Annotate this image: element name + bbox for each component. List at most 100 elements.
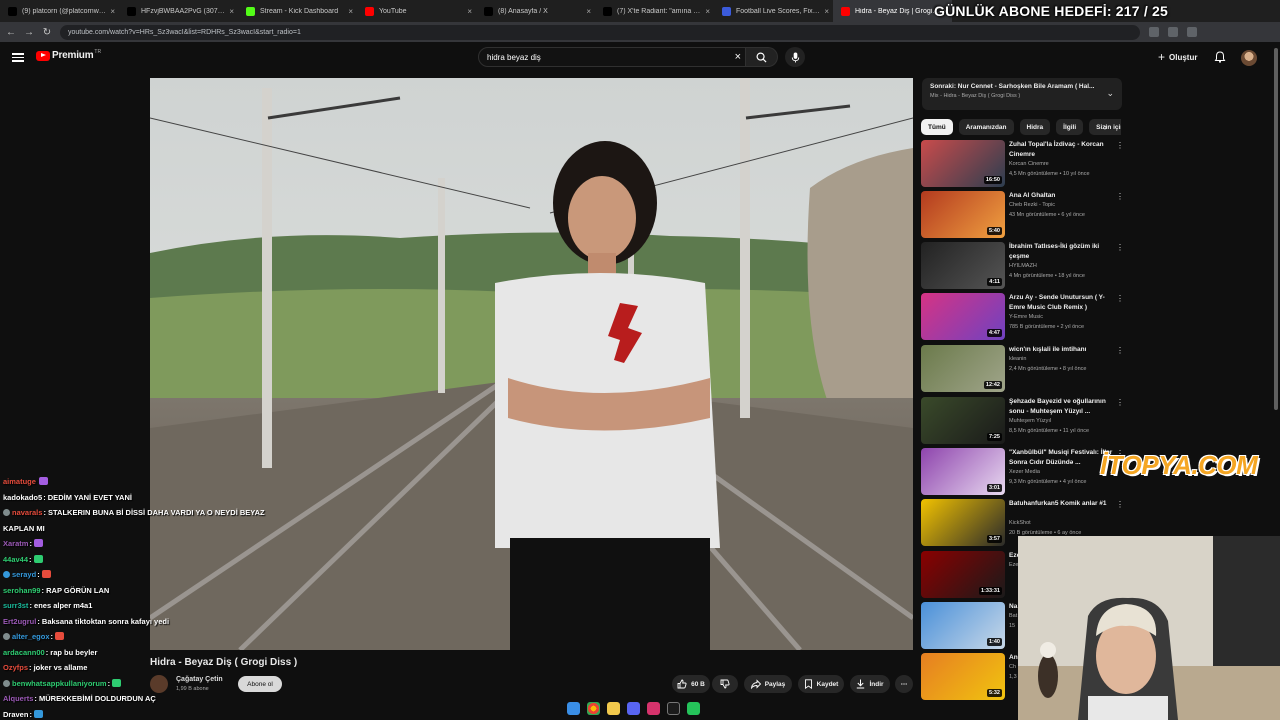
filter-chip[interactable]: Tümü: [921, 119, 953, 135]
video-thumbnail[interactable]: 4:11: [921, 242, 1005, 289]
extension-icon[interactable]: [1149, 27, 1159, 37]
video-thumbnail[interactable]: 3:57: [921, 499, 1005, 546]
filter-chip[interactable]: İlgili: [1056, 119, 1084, 135]
recommendation-title[interactable]: Şehzade Bayezid ve oğullarının sonu - Mu…: [1009, 397, 1114, 416]
browser-tab[interactable]: Football Live Scores, Fixtures &...×: [714, 0, 833, 22]
recommendation-item[interactable]: 7:25 Şehzade Bayezid ve oğullarının sonu …: [921, 397, 1124, 444]
chat-username[interactable]: kadokado5: [3, 493, 42, 502]
recommendation-item[interactable]: 16:50 Zuhal Topal'la İzdivaç - Korcan Cin…: [921, 140, 1124, 187]
notifications-bell-icon[interactable]: [1214, 51, 1226, 63]
account-avatar[interactable]: [1241, 50, 1257, 66]
search-button[interactable]: [746, 47, 778, 67]
hamburger-menu-icon[interactable]: [12, 51, 24, 63]
like-button[interactable]: 60 B: [672, 675, 710, 693]
chevron-down-icon[interactable]: ⌄: [1106, 88, 1114, 99]
browser-tab[interactable]: Stream - Kick Dashboard ×: [238, 0, 357, 22]
recommendation-title[interactable]: wicn'ın kışlali ile imtihanı: [1009, 345, 1114, 355]
video-thumbnail[interactable]: 1:33:31: [921, 551, 1005, 598]
video-thumbnail[interactable]: 1:40: [921, 602, 1005, 649]
voice-search-button[interactable]: [785, 47, 805, 67]
tab-title: (7) X'te Radiant: "amına koy...: [617, 7, 702, 15]
recommendation-item[interactable]: 4:11 İbrahim Tatlıses-İki gözüm iki çeşme…: [921, 242, 1124, 289]
chat-username[interactable]: Ert2ugrul: [3, 617, 36, 626]
clear-search-icon[interactable]: ×: [735, 51, 741, 63]
forward-icon[interactable]: →: [22, 25, 36, 39]
recommendation-title[interactable]: Arzu Ay - Sende Unutursun ( Y-Emre Music…: [1009, 293, 1114, 312]
browser-tab[interactable]: (8) Anasayfa / X ×: [476, 0, 595, 22]
video-thumbnail[interactable]: 4:47: [921, 293, 1005, 340]
recommendation-item[interactable]: 5:40 Ana Al Ghaltan Cheb Rezki - Topic 43 M…: [921, 191, 1124, 238]
browser-tab[interactable]: (7) X'te Radiant: "amına koy... ×: [595, 0, 714, 22]
recommendation-title[interactable]: "Xanbülbül" Musiqi Festivalı: İllər Sonr…: [1009, 448, 1114, 467]
recommendation-item[interactable]: 3:01 "Xanbülbül" Musiqi Festivalı: İllər …: [921, 448, 1124, 495]
recommendation-title[interactable]: Ana Al Ghaltan: [1009, 191, 1114, 201]
close-tab-icon[interactable]: ×: [705, 7, 710, 16]
browser-tab[interactable]: HFzvjBWBAA2PvG (3072×4096)×: [119, 0, 238, 22]
more-options-icon[interactable]: ⋮: [1116, 294, 1124, 303]
chat-username[interactable]: Ozyfps: [3, 663, 28, 672]
recommendation-title[interactable]: Batuhanfurkan5 Komik anlar #1: [1009, 499, 1114, 509]
windows-start-icon[interactable]: [567, 701, 580, 715]
more-options-icon[interactable]: ⋮: [1116, 192, 1124, 201]
close-tab-icon[interactable]: ×: [467, 7, 472, 16]
url-field[interactable]: youtube.com/watch?v=HRs_Sz3wacI&list=RDH…: [60, 24, 1140, 40]
chevron-right-icon[interactable]: ›: [1104, 122, 1107, 132]
page-scrollbar[interactable]: [1274, 48, 1278, 410]
video-thumbnail[interactable]: 7:25: [921, 397, 1005, 444]
chat-username[interactable]: Alquerts: [3, 694, 33, 703]
youtube-logo[interactable]: Premium TR: [36, 49, 101, 61]
filter-chip[interactable]: Aramanızdan: [958, 119, 1014, 135]
recommendation-title[interactable]: İbrahim Tatlıses-İki gözüm iki çeşme: [1009, 242, 1114, 261]
chat-username[interactable]: serayd: [12, 570, 36, 579]
more-options-icon[interactable]: ⋮: [1116, 346, 1124, 355]
chat-username[interactable]: ardacann00: [3, 648, 45, 657]
video-thumbnail[interactable]: 12:42: [921, 345, 1005, 392]
back-icon[interactable]: ←: [4, 25, 18, 39]
chat-username[interactable]: Xaratm: [3, 539, 28, 548]
kick-app-icon[interactable]: [687, 701, 700, 715]
dislike-button[interactable]: [712, 675, 738, 693]
chrome-icon[interactable]: [587, 701, 600, 715]
save-button[interactable]: Kaydet: [798, 675, 844, 693]
recommendation-item[interactable]: 12:42 wicn'ın kışlali ile imtihanı kleanin…: [921, 345, 1124, 392]
recommendation-item[interactable]: 4:47 Arzu Ay - Sende Unutursun ( Y-Emre M…: [921, 293, 1124, 340]
browser-tab[interactable]: YouTube ×: [357, 0, 476, 22]
chat-username[interactable]: surr3st: [3, 601, 28, 610]
more-actions-icon[interactable]: ⋯: [895, 675, 913, 693]
browser-tab[interactable]: (9) platcorn (@platcornweb) / X×: [0, 0, 119, 22]
chat-username[interactable]: Draven: [3, 710, 28, 719]
video-thumbnail[interactable]: 5:32: [921, 653, 1005, 700]
more-options-icon[interactable]: ⋮: [1116, 500, 1124, 509]
chat-username[interactable]: alter_egox: [12, 632, 50, 641]
video-thumbnail[interactable]: 5:40: [921, 191, 1005, 238]
share-button[interactable]: Paylaş: [744, 675, 792, 693]
reload-icon[interactable]: ↻: [40, 25, 54, 39]
chat-username[interactable]: navarals: [12, 508, 42, 517]
more-options-icon[interactable]: ⋮: [1116, 243, 1124, 252]
more-options-icon[interactable]: ⋮: [1116, 398, 1124, 407]
video-thumbnail[interactable]: 16:50: [921, 140, 1005, 187]
file-explorer-icon[interactable]: [607, 701, 620, 715]
recommendation-title[interactable]: Zuhal Topal'la İzdivaç - Korcan Cinemre: [1009, 140, 1114, 159]
chat-username[interactable]: 44av44: [3, 555, 28, 564]
chat-username[interactable]: benwhatsappkullaniyorum: [12, 679, 107, 688]
chat-username[interactable]: aimatuge: [3, 477, 36, 486]
video-thumbnail[interactable]: 3:01: [921, 448, 1005, 495]
close-tab-icon[interactable]: ×: [110, 7, 115, 16]
close-tab-icon[interactable]: ×: [229, 7, 234, 16]
obs-icon[interactable]: [667, 701, 680, 715]
chat-username[interactable]: serohan99: [3, 586, 41, 595]
up-next-panel[interactable]: Sonraki: Nur Cennet - Sarhoşken Bile Ara…: [922, 78, 1122, 110]
bookmark-icon[interactable]: [1168, 27, 1178, 37]
more-options-icon[interactable]: ⋮: [1116, 141, 1124, 150]
menu-icon[interactable]: [1187, 27, 1197, 37]
filter-chip[interactable]: Hidra: [1019, 119, 1051, 135]
download-button[interactable]: İndir: [850, 675, 890, 693]
close-tab-icon[interactable]: ×: [824, 7, 829, 16]
create-button[interactable]: + Oluştur: [1158, 50, 1197, 64]
close-tab-icon[interactable]: ×: [586, 7, 591, 16]
search-input[interactable]: hidra beyaz diş ×: [478, 47, 746, 67]
discord-icon[interactable]: [627, 701, 640, 715]
close-tab-icon[interactable]: ×: [348, 7, 353, 16]
x-app-icon[interactable]: [647, 701, 660, 715]
